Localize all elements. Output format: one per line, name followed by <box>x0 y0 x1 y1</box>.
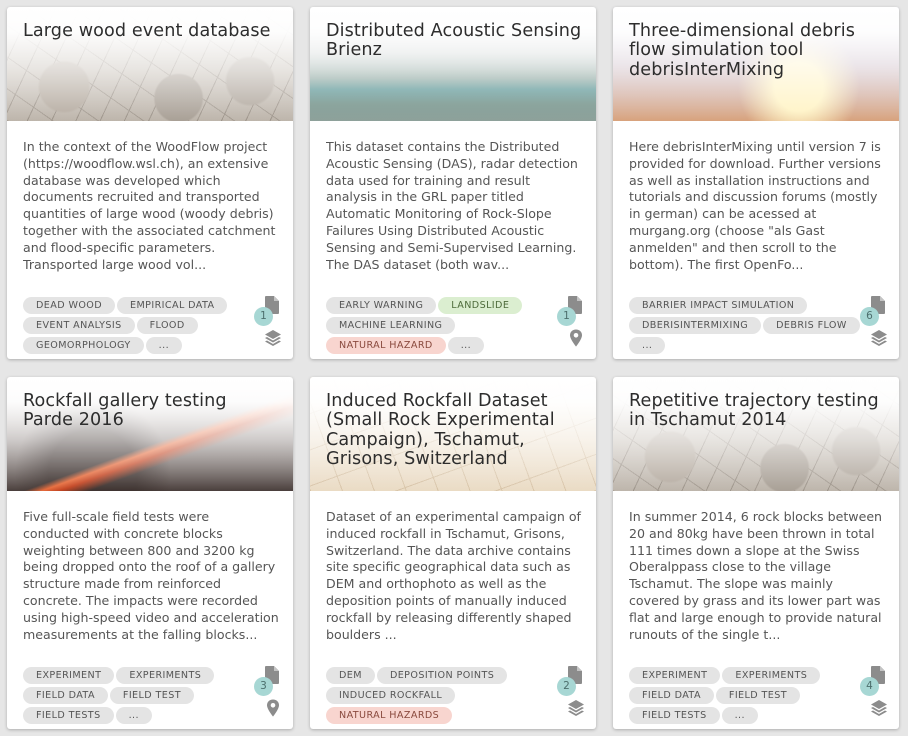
card-header: Distributed Acoustic Sensing Brienz <box>310 7 596 121</box>
layers-icon <box>567 699 585 717</box>
dataset-card-6[interactable]: Repetitive trajectory testing in Tschamu… <box>613 377 899 729</box>
card-description: In summer 2014, 6 rock blocks between 20… <box>629 509 883 642</box>
card-header: Large wood event database <box>7 7 293 121</box>
resource-count-badge: 1 <box>254 307 273 326</box>
tag-chip[interactable]: MACHINE LEARNING <box>326 317 456 334</box>
tag-chip[interactable]: FLOOD <box>136 317 198 334</box>
resource-count-badge: 6 <box>860 307 879 326</box>
tag-list: DEM DEPOSITION POINTS INDUCED ROCKFALL NATU… <box>326 667 560 727</box>
tag-chip[interactable]: FIELD TEST <box>715 687 800 704</box>
card-description: This dataset contains the Distributed Ac… <box>326 139 578 272</box>
card-title[interactable]: Three-dimensional debris flow simulation… <box>629 21 885 80</box>
tag-chip[interactable]: DEPOSITION POINTS <box>376 667 508 684</box>
card-header: Rockfall gallery testing Parde 2016 <box>7 377 293 491</box>
tag-chip[interactable]: DEAD WOOD <box>23 297 116 314</box>
dataset-card-1[interactable]: Large wood event database In the context… <box>7 7 293 359</box>
tag-chip[interactable]: EARLY WARNING <box>326 297 437 314</box>
card-title[interactable]: Induced Rockfall Dataset (Small Rock Exp… <box>326 391 582 470</box>
dataset-card-5[interactable]: Induced Rockfall Dataset (Small Rock Exp… <box>310 377 596 729</box>
dataset-card-4[interactable]: Rockfall gallery testing Parde 2016 Five… <box>7 377 293 729</box>
tag-chip[interactable]: NATURAL HAZARD <box>326 337 446 354</box>
tag-chip[interactable]: EXPERIMENT <box>629 667 721 684</box>
tag-chip[interactable]: DBERISINTERMIXING <box>629 317 762 334</box>
more-tags-chip[interactable]: ... <box>115 707 152 724</box>
tag-chip[interactable]: EXPERIMENT <box>23 667 115 684</box>
tag-chip[interactable]: FIELD DATA <box>23 687 108 704</box>
card-header: Three-dimensional debris flow simulation… <box>613 7 899 121</box>
tag-list: DEAD WOOD EMPIRICAL DATA EVENT ANALYSIS FLO… <box>23 297 257 357</box>
card-description: Five full-scale field tests were conduct… <box>23 509 279 642</box>
tag-chip[interactable]: FIELD TEST <box>109 687 194 704</box>
more-tags-chip[interactable]: ... <box>629 337 666 354</box>
tag-list: EARLY WARNING LANDSLIDE MACHINE LEARNING NA… <box>326 297 560 357</box>
card-description: Dataset of an experimental campaign of i… <box>326 509 581 642</box>
card-header: Repetitive trajectory testing in Tschamu… <box>613 377 899 491</box>
tag-chip[interactable]: DEBRIS FLOW <box>763 317 860 334</box>
tag-chip[interactable]: NATURAL HAZARDS <box>326 707 453 724</box>
card-title[interactable]: Rockfall gallery testing Parde 2016 <box>23 391 279 431</box>
card-description: In the context of the WoodFlow project (… <box>23 139 276 272</box>
more-tags-chip[interactable]: ... <box>447 337 485 354</box>
tag-chip[interactable]: FIELD TESTS <box>629 707 720 724</box>
tag-chip[interactable]: EMPIRICAL DATA <box>117 297 228 314</box>
tag-chip[interactable]: FIELD TESTS <box>23 707 114 724</box>
card-title[interactable]: Large wood event database <box>23 21 279 41</box>
dataset-card-3[interactable]: Three-dimensional debris flow simulation… <box>613 7 899 359</box>
tag-chip[interactable]: BARRIER IMPACT SIMULATION <box>629 297 808 314</box>
layers-icon <box>870 329 888 347</box>
tag-chip[interactable]: EXPERIMENTS <box>722 667 821 684</box>
card-title[interactable]: Repetitive trajectory testing in Tschamu… <box>629 391 885 431</box>
layers-icon <box>264 329 282 347</box>
card-description: Here debrisInterMixing until version 7 i… <box>629 139 881 272</box>
resource-count-badge: 4 <box>860 677 879 696</box>
tag-chip[interactable]: DEM <box>326 667 375 684</box>
tag-chip[interactable]: FIELD DATA <box>629 687 714 704</box>
more-tags-chip[interactable]: ... <box>145 337 183 354</box>
location-pin-icon <box>264 699 282 717</box>
tag-chip[interactable]: EVENT ANALYSIS <box>23 317 135 334</box>
location-pin-icon <box>567 329 585 347</box>
dataset-card-2[interactable]: Distributed Acoustic Sensing Brienz This… <box>310 7 596 359</box>
tag-chip[interactable]: GEOMORPHOLOGY <box>23 337 144 354</box>
more-tags-chip[interactable]: ... <box>721 707 758 724</box>
card-header: Induced Rockfall Dataset (Small Rock Exp… <box>310 377 596 491</box>
resource-count-badge: 2 <box>557 677 576 696</box>
tag-list: BARRIER IMPACT SIMULATION DBERISINTERMIXI… <box>629 297 863 357</box>
tag-list: EXPERIMENT EXPERIMENTSFIELD DATA FIELD TES… <box>23 667 257 727</box>
tag-list: EXPERIMENT EXPERIMENTSFIELD DATA FIELD TES… <box>629 667 863 727</box>
card-title[interactable]: Distributed Acoustic Sensing Brienz <box>326 21 582 61</box>
layers-icon <box>870 699 888 717</box>
tag-chip[interactable]: INDUCED ROCKFALL <box>326 687 456 704</box>
resource-count-badge: 3 <box>254 677 273 696</box>
resource-count-badge: 1 <box>557 307 576 326</box>
tag-chip[interactable]: LANDSLIDE <box>438 297 523 314</box>
tag-chip[interactable]: EXPERIMENTS <box>116 667 215 684</box>
